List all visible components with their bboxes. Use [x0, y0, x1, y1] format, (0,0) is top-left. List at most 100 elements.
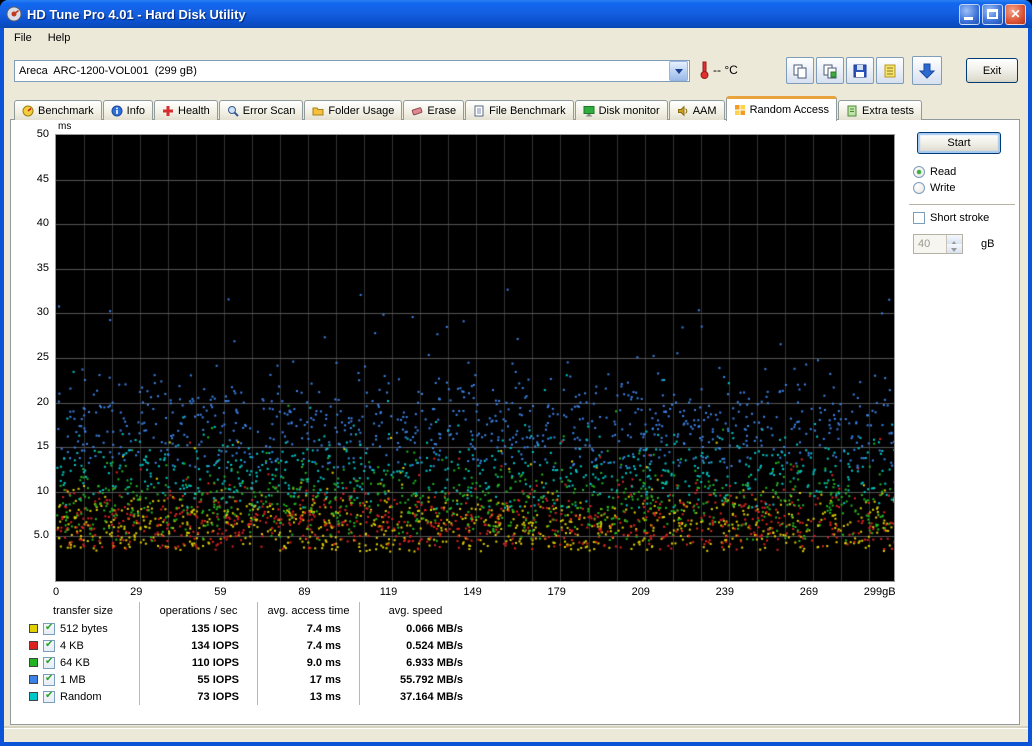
read-radio-label: Read [930, 166, 956, 178]
tab-file-benchmark[interactable]: File Benchmark [465, 100, 573, 120]
client-area: File Help Areca ARC-1200-VOL001 (299 gB)… [4, 28, 1028, 742]
y-tick-label: 35 [11, 262, 49, 274]
eraser-icon [411, 105, 423, 117]
series-checkbox[interactable] [43, 657, 55, 669]
benchmark-icon [22, 105, 34, 117]
tab-label: File Benchmark [489, 105, 565, 117]
access-time-value: 9.0 ms [257, 654, 359, 671]
radio-icon [913, 182, 925, 194]
iops-value: 73 IOPS [139, 688, 257, 705]
drive-select[interactable]: Areca ARC-1200-VOL001 (299 gB) [14, 60, 690, 82]
titlebar: HD Tune Pro 4.01 - Hard Disk Utility [0, 0, 1032, 28]
menu-help[interactable]: Help [40, 30, 79, 46]
x-tick-label: 269 [800, 586, 818, 598]
avg-speed-value: 0.066 MB/s [359, 620, 471, 637]
random-access-panel: ms 50 45 40 35 30 25 20 15 10 5.0 0 29 5… [10, 119, 1020, 725]
tab-info[interactable]: Info [103, 100, 153, 120]
start-button[interactable]: Start [917, 132, 1001, 154]
write-radio-label: Write [930, 182, 955, 194]
status-bar [4, 728, 1028, 742]
separator [909, 204, 1015, 206]
minimize-button[interactable] [959, 4, 980, 25]
y-tick-label: 15 [11, 440, 49, 452]
y-tick-label: 40 [11, 217, 49, 229]
spin-up-icon[interactable] [947, 235, 962, 244]
series-checkbox[interactable] [43, 640, 55, 652]
iops-value: 110 IOPS [139, 654, 257, 671]
column-header: avg. access time [257, 602, 359, 620]
tab-disk-monitor[interactable]: Disk monitor [575, 100, 668, 120]
table-row-legend: 1 MB [27, 671, 139, 688]
toolbar: Areca ARC-1200-VOL001 (299 gB) -- °C [4, 48, 1028, 94]
short-stroke-checkbox[interactable]: Short stroke [913, 212, 1015, 224]
results-table: transfer size operations / sec avg. acce… [27, 602, 471, 705]
series-color-swatch [29, 675, 38, 684]
column-header: operations / sec [139, 602, 257, 620]
stroke-unit-label: gB [981, 238, 994, 250]
tab-random-access[interactable]: Random Access [726, 96, 837, 121]
save-icon [852, 63, 868, 79]
tab-label: Disk monitor [599, 105, 660, 117]
report-button[interactable] [876, 57, 904, 84]
scatter-plot [55, 134, 895, 582]
temperature-indicator: -- °C [700, 61, 738, 79]
tab-erase[interactable]: Erase [403, 100, 464, 120]
y-tick-label: 45 [11, 173, 49, 185]
exit-button[interactable]: Exit [966, 58, 1018, 83]
drive-select-value: Areca ARC-1200-VOL001 (299 gB) [15, 65, 197, 77]
x-tick-label: 149 [463, 586, 481, 598]
tab-folder-usage[interactable]: Folder Usage [304, 100, 402, 120]
x-tick-label: 29 [130, 586, 142, 598]
spin-down-icon[interactable] [947, 244, 962, 253]
save-button[interactable] [846, 57, 874, 84]
maximize-button[interactable] [982, 4, 1003, 25]
tab-extra-tests[interactable]: Extra tests [838, 100, 922, 120]
copy-screenshot-button[interactable] [786, 57, 814, 84]
checkbox-icon [913, 212, 925, 224]
tab-health[interactable]: Health [154, 100, 218, 120]
x-tick-label: 119 [380, 586, 398, 598]
write-radio[interactable]: Write [913, 182, 1015, 194]
file-icon [473, 105, 485, 117]
table-row-legend: 512 bytes [27, 620, 139, 637]
window-title: HD Tune Pro 4.01 - Hard Disk Utility [27, 7, 246, 22]
tab-aam[interactable]: AAM [669, 100, 725, 120]
series-label: 1 MB [60, 674, 86, 686]
update-download-button[interactable] [912, 56, 942, 85]
close-button[interactable] [1005, 4, 1026, 25]
tab-error-scan[interactable]: Error Scan [219, 100, 304, 120]
series-checkbox[interactable] [43, 691, 55, 703]
series-color-swatch [29, 641, 38, 650]
app-icon [6, 6, 22, 22]
x-tick-label: 0 [53, 586, 59, 598]
x-tick-label: 299gB [864, 586, 896, 598]
avg-speed-value: 37.164 MB/s [359, 688, 471, 705]
monitor-icon [583, 105, 595, 117]
series-checkbox[interactable] [43, 623, 55, 635]
series-checkbox[interactable] [43, 674, 55, 686]
radio-icon [913, 166, 925, 178]
menu-file[interactable]: File [6, 30, 40, 46]
tab-strip: Benchmark Info Health Error Scan Folder … [14, 94, 1022, 120]
access-time-value: 17 ms [257, 671, 359, 688]
read-radio[interactable]: Read [913, 166, 1015, 178]
tab-benchmark[interactable]: Benchmark [14, 100, 102, 120]
random-access-scatter-canvas [56, 135, 894, 581]
health-icon [162, 105, 174, 117]
random-access-icon [734, 104, 746, 116]
speaker-icon [677, 105, 689, 117]
thermometer-icon [700, 61, 709, 79]
app-window: HD Tune Pro 4.01 - Hard Disk Utility Fil… [0, 0, 1032, 746]
copy-data-icon [822, 63, 838, 79]
column-header: transfer size [27, 602, 139, 620]
y-tick-label: 25 [11, 351, 49, 363]
test-controls: Start Read Write Short stroke [909, 132, 1015, 254]
short-stroke-label: Short stroke [930, 212, 989, 224]
tab-label: AAM [693, 105, 717, 117]
copy-text-button[interactable] [816, 57, 844, 84]
x-tick-label: 239 [716, 586, 734, 598]
download-arrow-icon [918, 62, 936, 80]
y-tick-label: 10 [11, 485, 49, 497]
stroke-size-stepper[interactable]: 40 [913, 234, 963, 254]
copy-icon [792, 63, 808, 79]
